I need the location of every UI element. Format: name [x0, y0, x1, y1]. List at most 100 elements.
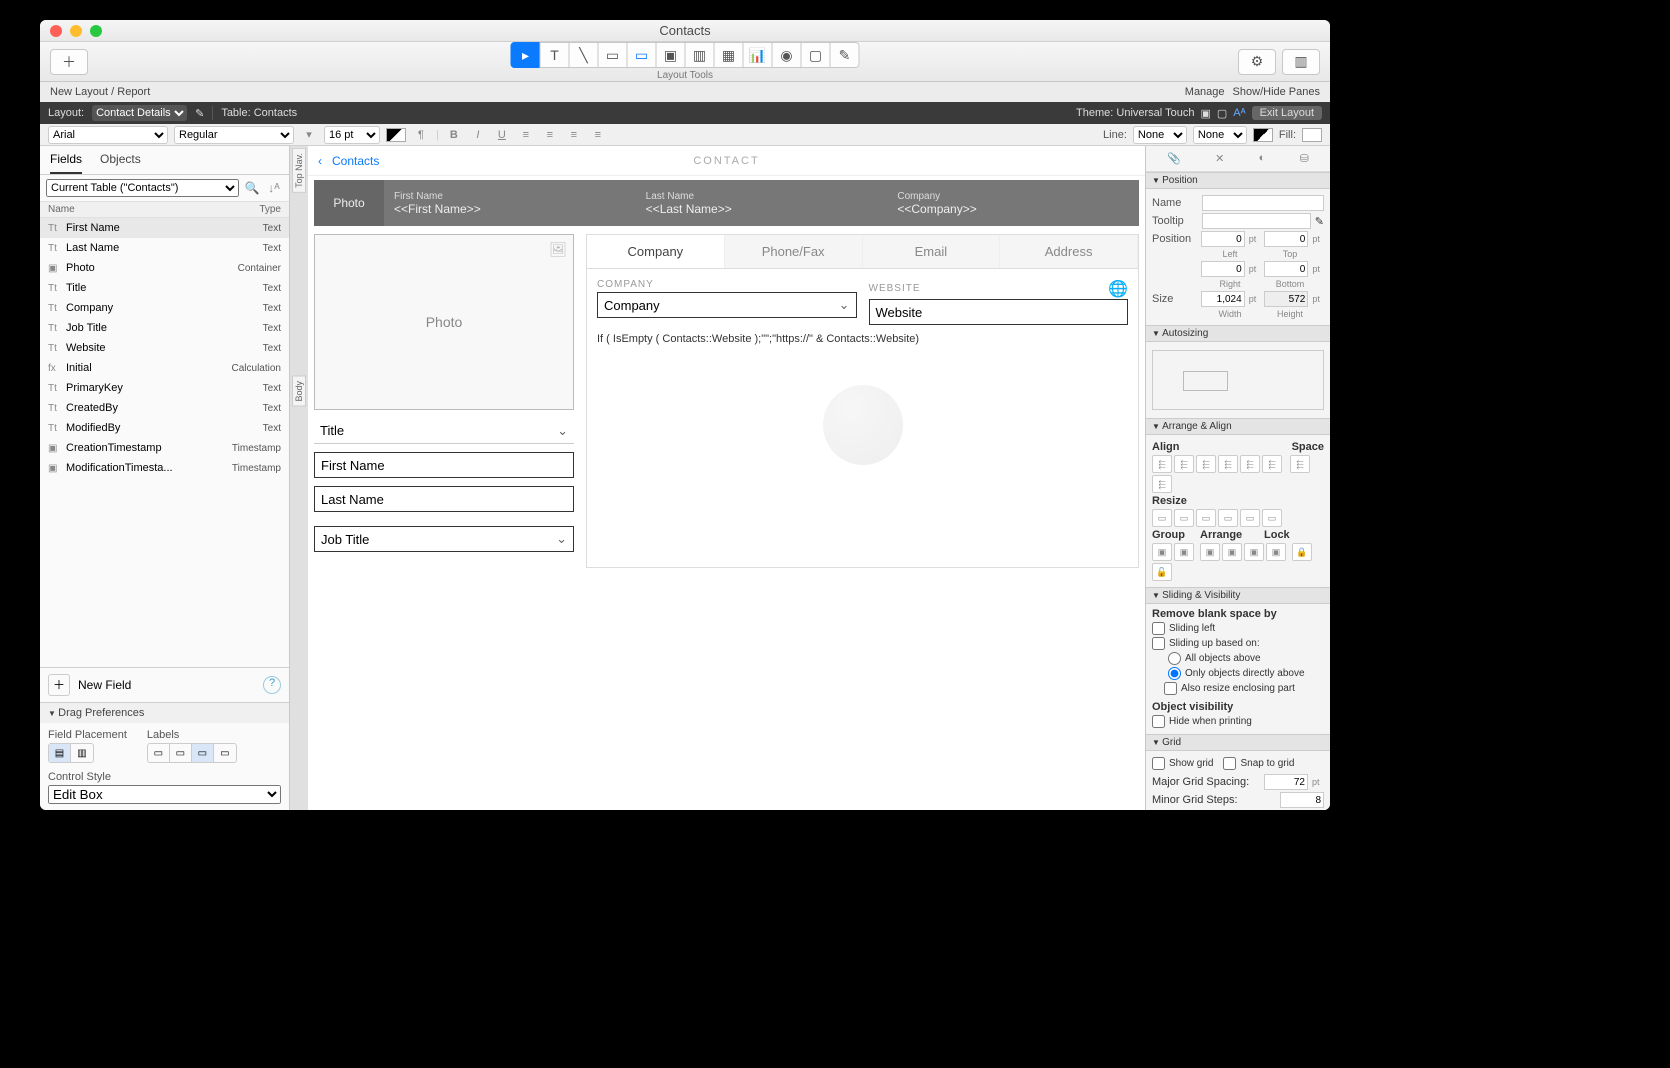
align-right-icon[interactable]: ≡ [565, 126, 583, 144]
underline-icon[interactable]: U [493, 126, 511, 144]
sliding-up-check[interactable]: Sliding up based on: [1152, 637, 1324, 650]
tab-tool[interactable]: ▥ [685, 42, 715, 68]
style-icon[interactable]: ▾ [300, 126, 318, 144]
pencil-icon[interactable]: ✎ [195, 107, 204, 120]
line-tool[interactable]: ╲ [569, 42, 599, 68]
resize-buttons[interactable]: ▭▭▭▭▭▭ [1152, 509, 1324, 527]
part-body[interactable]: Body [292, 376, 306, 407]
tab-email[interactable]: Email [863, 235, 1001, 268]
globe-icon[interactable]: 🌐 [1108, 279, 1128, 299]
field-row[interactable]: TtCompanyText [40, 298, 289, 318]
header-band[interactable]: Photo First Name<<First Name>> Last Name… [314, 180, 1139, 226]
chevron-down-icon[interactable]: ⌄ [839, 297, 850, 313]
field-row[interactable]: ▣CreationTimestampTimestamp [40, 438, 289, 458]
format-painter-tool[interactable]: ✎ [830, 42, 860, 68]
company-field[interactable]: Company⌄ [597, 292, 857, 318]
pos-left-input[interactable] [1201, 231, 1245, 247]
all-above-radio[interactable]: All objects above [1152, 652, 1324, 665]
manage-label[interactable]: Manage [1185, 86, 1225, 98]
font-select[interactable]: Arial [48, 126, 168, 144]
field-tool[interactable]: ▭ [627, 42, 657, 68]
fill-color-swatch[interactable] [1302, 128, 1322, 142]
show-hide-label[interactable]: Show/Hide Panes [1233, 86, 1320, 98]
tab-company[interactable]: Company [587, 235, 725, 268]
align-left-icon[interactable]: ≡ [517, 126, 535, 144]
device-icon[interactable]: ▣ [1200, 107, 1210, 120]
line-width-select[interactable]: None [1133, 126, 1187, 144]
arrange-section[interactable]: Arrange & Align [1146, 418, 1330, 435]
first-name-field[interactable]: First Name [314, 452, 574, 478]
sliding-left-check[interactable]: Sliding left [1152, 622, 1324, 635]
gear-icon[interactable]: ⚙ [1238, 49, 1276, 75]
button-tool[interactable]: ▣ [656, 42, 686, 68]
exit-layout-button[interactable]: Exit Layout [1252, 106, 1322, 120]
field-row[interactable]: TtCreatedByText [40, 398, 289, 418]
placement-seg[interactable]: ▤▥ [48, 743, 94, 763]
pos-bottom-input[interactable] [1264, 261, 1308, 277]
size-select[interactable]: 16 pt [324, 126, 380, 144]
portal-tool[interactable]: ▦ [714, 42, 744, 68]
field-row[interactable]: TtLast NameText [40, 238, 289, 258]
screen-icon[interactable]: ▢ [1217, 107, 1227, 120]
align-justify-icon[interactable]: ≡ [589, 126, 607, 144]
also-resize-check[interactable]: Also resize enclosing part [1152, 682, 1324, 695]
header-photo[interactable]: Photo [314, 180, 384, 226]
field-row[interactable]: TtModifiedByText [40, 418, 289, 438]
field-row[interactable]: TtJob TitleText [40, 318, 289, 338]
only-above-radio[interactable]: Only objects directly above [1152, 667, 1324, 680]
minor-steps-input[interactable] [1280, 792, 1324, 808]
group-buttons[interactable]: ▣▣▣▣▣▣🔒🔓 [1152, 543, 1324, 581]
appearance-tab-icon[interactable]: ✕ [1215, 152, 1224, 165]
control-style-select[interactable]: Edit Box [48, 785, 281, 804]
align-center-icon[interactable]: ≡ [541, 126, 559, 144]
field-row[interactable]: fxInitialCalculation [40, 358, 289, 378]
text-color-swatch[interactable] [386, 128, 406, 142]
field-row[interactable]: TtPrimaryKeyText [40, 378, 289, 398]
rect-tool[interactable]: ▭ [598, 42, 628, 68]
part-tool[interactable]: ▢ [801, 42, 831, 68]
layout-select[interactable]: Contact Details [92, 105, 187, 121]
sliding-section[interactable]: Sliding & Visibility [1146, 587, 1330, 604]
photo-container[interactable]: 🖼 Photo [314, 234, 574, 410]
breadcrumb[interactable]: Contacts [332, 154, 379, 168]
line-style-select[interactable]: None [1193, 126, 1247, 144]
aa-icon[interactable]: Aᴬ [1233, 107, 1245, 119]
help-icon[interactable]: ? [263, 676, 281, 694]
position-section[interactable]: Position [1146, 172, 1330, 189]
part-top-nav[interactable]: Top Nav. [292, 148, 306, 193]
back-chevron-icon[interactable]: ‹ [308, 154, 332, 168]
chevron-down-icon[interactable]: ⌄ [556, 531, 567, 547]
sort-icon[interactable]: ↓ᴬ [265, 181, 283, 195]
weight-select[interactable]: Regular [174, 126, 294, 144]
theme-label[interactable]: Theme: Universal Touch [1076, 107, 1194, 119]
pos-top-input[interactable] [1264, 231, 1308, 247]
object-name-input[interactable] [1202, 195, 1324, 211]
field-row[interactable]: TtFirst NameText [40, 218, 289, 238]
labels-seg[interactable]: ▭▭▭▭ [147, 743, 237, 763]
last-name-field[interactable]: Last Name [314, 486, 574, 512]
field-row[interactable]: ▣ModificationTimesta...Timestamp [40, 458, 289, 478]
pencil-icon[interactable]: ✎ [1315, 215, 1324, 228]
align-buttons[interactable]: ⬱⬱⬱⬱⬱⬱⬱⬱ [1152, 455, 1324, 493]
new-field-label[interactable]: New Field [78, 678, 131, 692]
tab-fields[interactable]: Fields [50, 152, 82, 174]
field-row[interactable]: ▣PhotoContainer [40, 258, 289, 278]
website-field[interactable]: Website [869, 299, 1129, 325]
pos-right-input[interactable] [1201, 261, 1245, 277]
width-input[interactable] [1201, 291, 1245, 307]
height-input[interactable] [1264, 291, 1308, 307]
table-selector[interactable]: Current Table ("Contacts") [46, 179, 239, 197]
hide-print-check[interactable]: Hide when printing [1152, 715, 1324, 728]
paragraph-icon[interactable]: ¶ [412, 126, 430, 144]
chart-tool[interactable]: 📊 [743, 42, 773, 68]
webviewer-calc[interactable]: If ( IsEmpty ( Contacts::Website );"";"h… [597, 333, 1128, 345]
title-field[interactable]: Title⌄ [314, 418, 574, 444]
tab-objects[interactable]: Objects [100, 152, 141, 174]
bold-icon[interactable]: B [445, 126, 463, 144]
drag-prefs-header[interactable]: Drag Preferences [40, 702, 289, 723]
show-grid-check[interactable]: Show grid [1152, 757, 1213, 770]
chevron-down-icon[interactable]: ⌄ [557, 423, 568, 439]
tab-phone[interactable]: Phone/Fax [725, 235, 863, 268]
panes-icon[interactable]: ▥ [1282, 49, 1320, 75]
plus-icon[interactable]: ＋ [48, 674, 70, 696]
